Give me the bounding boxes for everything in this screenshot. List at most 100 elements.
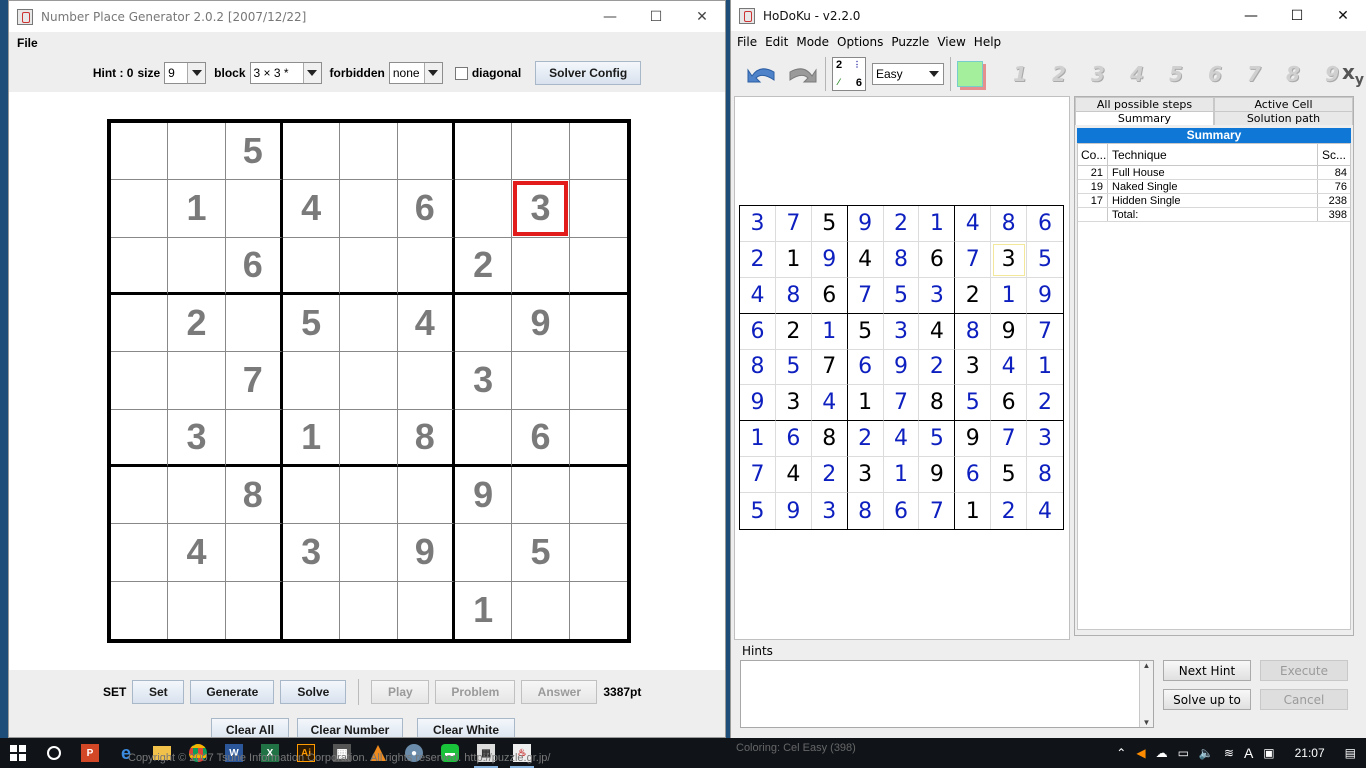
filter-digit-6-button[interactable]: 6 xyxy=(1198,62,1232,86)
sudoku-cell[interactable]: 2 xyxy=(955,277,992,314)
sudoku-cell[interactable]: 7 xyxy=(811,349,848,386)
sudoku-cell[interactable]: 2 xyxy=(811,457,848,494)
sudoku-cell[interactable]: 3 xyxy=(1027,421,1063,458)
sudoku-cell[interactable]: 4 xyxy=(847,241,884,278)
sudoku-cell[interactable] xyxy=(569,467,627,525)
sudoku-cell[interactable]: 5 xyxy=(1027,242,1063,278)
sudoku-cell[interactable]: 5 xyxy=(225,123,283,181)
sudoku-cell[interactable]: 4 xyxy=(1027,493,1063,529)
redo-icon[interactable] xyxy=(785,61,819,87)
filter-digit-1-button[interactable]: 1 xyxy=(1003,62,1037,86)
diagonal-checkbox[interactable] xyxy=(454,67,468,81)
sudoku-cell[interactable] xyxy=(111,581,169,639)
filter-digit-3-button[interactable]: 3 xyxy=(1081,62,1115,86)
sudoku-cell[interactable]: 1 xyxy=(775,241,812,278)
sudoku-cell[interactable]: 4 xyxy=(397,294,455,353)
sudoku-cell[interactable] xyxy=(512,123,570,181)
sudoku-cell[interactable]: 5 xyxy=(991,457,1028,494)
sudoku-cell[interactable]: 4 xyxy=(740,277,776,314)
sudoku-cell[interactable] xyxy=(569,410,627,467)
sudoku-cell[interactable]: 8 xyxy=(991,206,1028,242)
sudoku-cell[interactable]: 1 xyxy=(168,180,226,238)
cortana-icon[interactable] xyxy=(36,738,72,768)
color-cell-icon[interactable] xyxy=(957,61,983,87)
sudoku-cell[interactable] xyxy=(225,294,283,353)
sudoku-cell[interactable]: 9 xyxy=(847,206,884,242)
sudoku-cell[interactable]: 4 xyxy=(955,206,992,242)
sudoku-cell[interactable]: 7 xyxy=(225,352,283,410)
sudoku-cell[interactable]: 4 xyxy=(811,385,848,422)
sudoku-cell[interactable] xyxy=(512,581,570,639)
sudoku-cell[interactable]: 2 xyxy=(847,421,884,458)
sudoku-cell[interactable] xyxy=(111,180,169,238)
sudoku-cell[interactable]: 1 xyxy=(811,313,848,350)
menu-mode[interactable]: Mode xyxy=(792,35,833,49)
sudoku-cell[interactable]: 5 xyxy=(512,524,570,582)
clear-white-button[interactable]: Clear White xyxy=(417,718,515,737)
hints-textarea[interactable]: ▲ ▼ xyxy=(740,660,1154,728)
sudoku-cell[interactable]: 2 xyxy=(454,237,513,295)
close-button[interactable]: ✕ xyxy=(1320,0,1366,31)
execute-button[interactable]: Execute xyxy=(1260,660,1348,681)
show-candidates-icon[interactable]: 2 6 ⋮ ⁄ xyxy=(832,57,866,91)
sudoku-cell[interactable] xyxy=(569,123,627,181)
sudoku-cell[interactable]: 2 xyxy=(991,493,1028,529)
sudoku-cell[interactable] xyxy=(283,581,341,639)
sudoku-cell[interactable] xyxy=(111,524,169,582)
sudoku-cell[interactable] xyxy=(340,581,398,639)
difficulty-select[interactable]: Easy xyxy=(872,63,944,85)
sudoku-cell[interactable] xyxy=(397,237,455,295)
sudoku-cell[interactable] xyxy=(454,180,513,238)
sudoku-cell[interactable]: 2 xyxy=(775,313,812,350)
sudoku-cell[interactable]: 1 xyxy=(919,206,956,242)
sudoku-cell[interactable] xyxy=(282,123,341,181)
sudoku-cell[interactable]: 5 xyxy=(883,277,920,314)
ime-indicator[interactable]: A xyxy=(1244,745,1253,761)
sudoku-cell[interactable] xyxy=(282,237,341,295)
sudoku-cell[interactable] xyxy=(570,582,627,639)
sudoku-cell[interactable]: 4 xyxy=(168,524,226,582)
sudoku-cell[interactable]: 3 xyxy=(168,409,226,467)
sudoku-cell[interactable] xyxy=(225,524,283,582)
sudoku-cell[interactable] xyxy=(225,180,283,238)
sudoku-cell[interactable]: 3 xyxy=(883,313,920,350)
sudoku-cell[interactable]: 3 xyxy=(847,457,884,494)
sudoku-cell[interactable]: 4 xyxy=(991,349,1028,386)
sudoku-cell[interactable]: 5 xyxy=(282,294,341,353)
sudoku-cell[interactable]: 4 xyxy=(919,313,956,350)
sudoku-cell[interactable]: 5 xyxy=(955,385,992,422)
windows-start-icon[interactable] xyxy=(0,738,36,768)
sudoku-cell[interactable]: 3 xyxy=(919,277,956,314)
sudoku-cell[interactable]: 6 xyxy=(740,313,776,350)
sudoku-cell[interactable] xyxy=(111,237,169,295)
sudoku-cell[interactable]: 7 xyxy=(955,241,992,278)
sudoku-cell[interactable]: 7 xyxy=(847,277,884,314)
sudoku-cell[interactable]: 4 xyxy=(282,180,341,238)
sudoku-cell[interactable]: 9 xyxy=(397,524,455,582)
sudoku-cell[interactable]: 6 xyxy=(775,421,812,458)
play-button[interactable]: Play xyxy=(371,680,430,704)
sudoku-cell[interactable]: 8 xyxy=(919,385,956,422)
minimize-button[interactable]: — xyxy=(1228,0,1274,31)
set-button[interactable]: Set xyxy=(132,680,185,704)
sudoku-cell[interactable]: 1 xyxy=(282,409,341,467)
close-button[interactable]: ✕ xyxy=(679,1,725,32)
chevron-up-icon[interactable]: ⌃ xyxy=(1116,746,1126,760)
sudoku-cell[interactable] xyxy=(168,581,226,639)
speaker-icon[interactable]: ◀ xyxy=(1136,746,1145,760)
sudoku-cell[interactable] xyxy=(282,466,341,525)
sudoku-cell[interactable]: 6 xyxy=(1027,206,1063,242)
sudoku-cell[interactable] xyxy=(454,409,513,467)
sudoku-cell[interactable] xyxy=(340,524,398,582)
sudoku-cell[interactable] xyxy=(111,352,169,410)
sudoku-cell[interactable]: 5 xyxy=(811,206,848,242)
problem-button[interactable]: Problem xyxy=(435,680,516,704)
sudoku-cell[interactable]: 3 xyxy=(991,241,1028,278)
generate-button[interactable]: Generate xyxy=(190,680,275,704)
sudoku-cell[interactable] xyxy=(454,294,513,353)
sudoku-cell[interactable] xyxy=(397,123,455,181)
sudoku-cell[interactable]: 6 xyxy=(811,277,848,314)
col-count[interactable]: Co... xyxy=(1078,144,1108,165)
sudoku-cell[interactable]: 3 xyxy=(812,493,848,529)
filter-digit-2-button[interactable]: 2 xyxy=(1042,62,1076,86)
